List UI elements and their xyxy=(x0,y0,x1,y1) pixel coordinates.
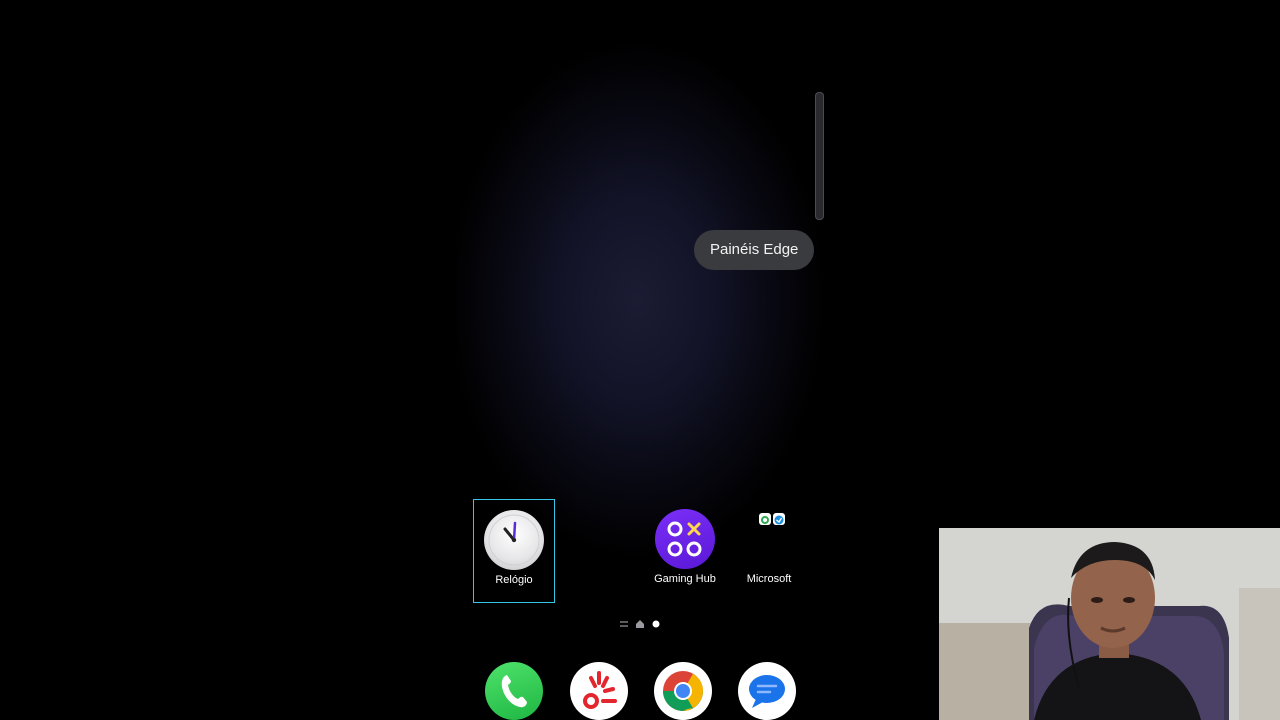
clock-icon xyxy=(484,510,544,570)
dock xyxy=(485,662,797,720)
menu-lines-icon xyxy=(620,620,628,628)
chrome-icon[interactable] xyxy=(654,662,712,720)
page-dot-icon xyxy=(652,620,660,628)
phone-icon[interactable] xyxy=(485,662,543,720)
folder-icon xyxy=(739,509,799,569)
app-label: Microsoft xyxy=(746,573,792,585)
page-indicator[interactable] xyxy=(620,620,660,628)
mini-app-icon xyxy=(773,513,785,525)
app-label: Relógio xyxy=(495,574,533,586)
webcam-person-image xyxy=(939,528,1280,720)
edge-panel-tooltip: Painéis Edge xyxy=(694,230,815,270)
app-label: Gaming Hub xyxy=(654,573,716,585)
phone-home-screen: Painéis Edge Relógio Gaming Hub Microsof… xyxy=(457,0,825,720)
webcam-overlay xyxy=(939,528,1280,720)
edge-panel-handle[interactable] xyxy=(815,92,824,220)
mini-app-icon xyxy=(759,513,771,525)
folder-microsoft[interactable]: Microsoft xyxy=(728,499,810,603)
gaming-hub-icon xyxy=(655,509,715,569)
messages-icon[interactable] xyxy=(738,662,796,720)
app-relogio[interactable]: Relógio xyxy=(473,499,555,603)
app-gaming-hub[interactable]: Gaming Hub xyxy=(644,499,726,603)
app-icon[interactable] xyxy=(570,662,628,720)
home-icon xyxy=(636,620,644,628)
desktop: Painéis Edge Relógio Gaming Hub Microsof… xyxy=(0,0,1280,720)
